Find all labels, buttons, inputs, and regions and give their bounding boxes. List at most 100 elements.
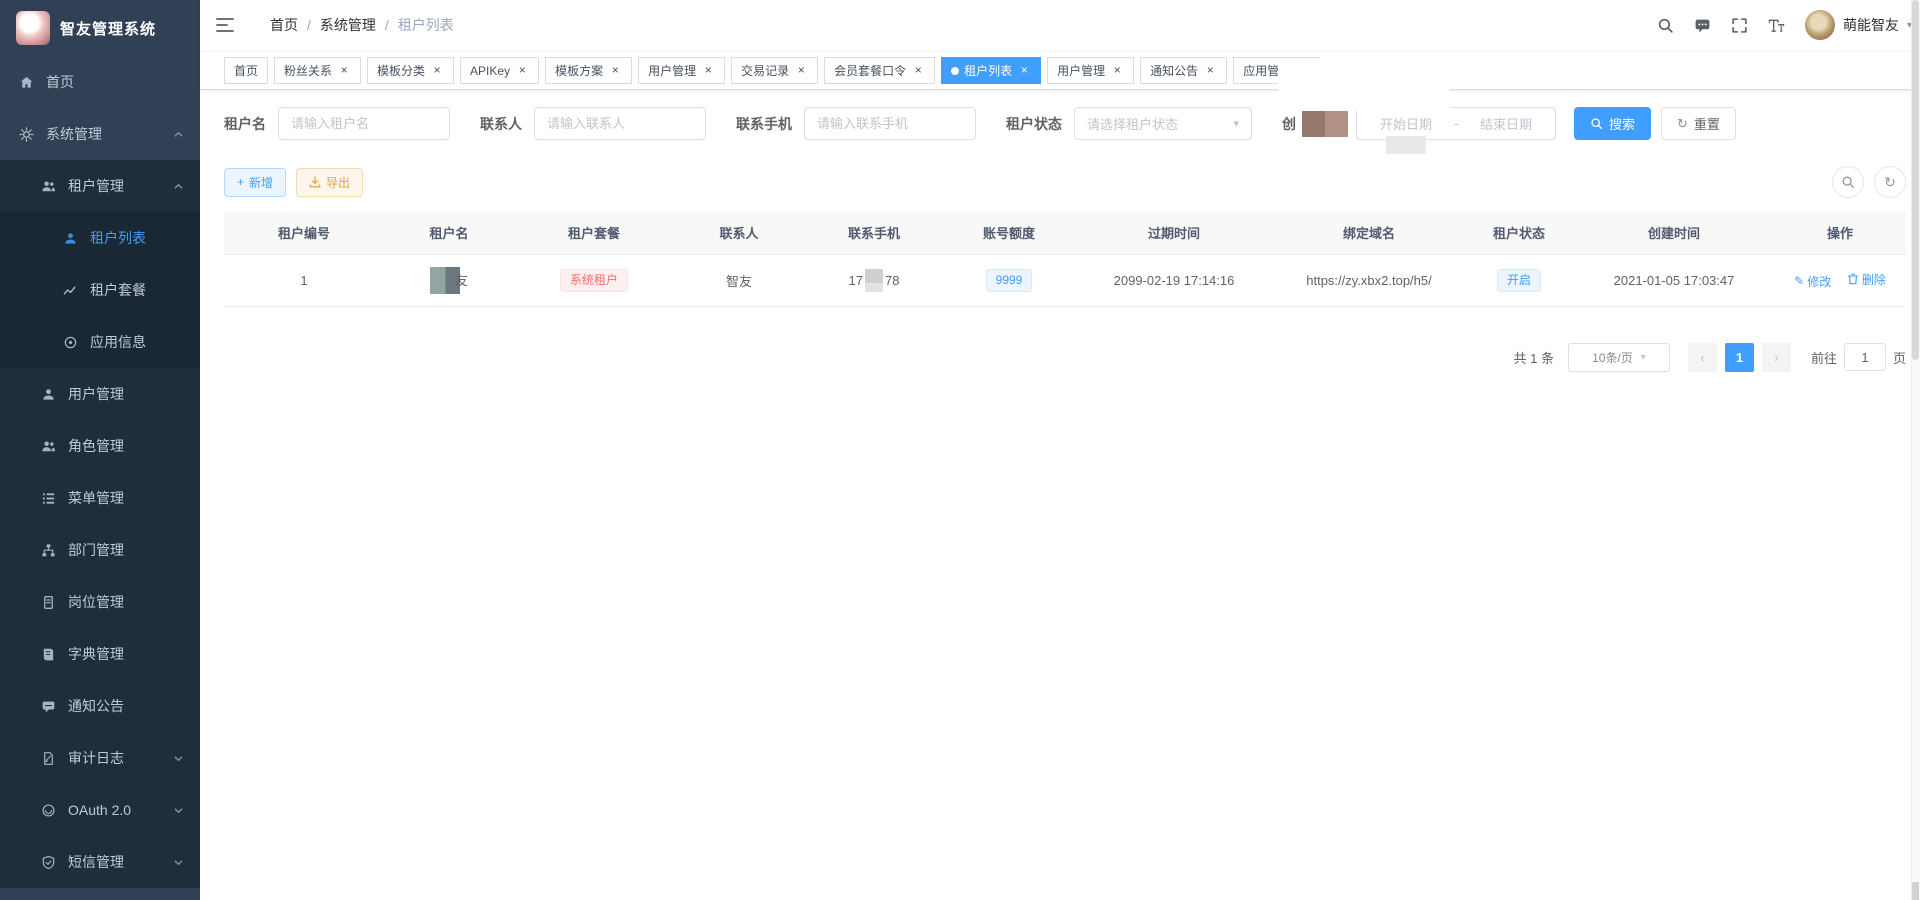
- sidebar-item[interactable]: 部门管理: [0, 524, 200, 576]
- tab[interactable]: 交易记录 ×: [731, 57, 818, 84]
- tenant-name-label: 租户名: [224, 114, 266, 134]
- badge-icon: [40, 594, 56, 610]
- tab[interactable]: 用户管理 ×: [1047, 57, 1134, 84]
- tab[interactable]: 用户管理 ×: [638, 57, 725, 84]
- status-label: 租户状态: [1006, 114, 1062, 134]
- tab[interactable]: 粉丝关系 ×: [274, 57, 361, 84]
- column-header: 租户编号: [224, 212, 384, 254]
- prev-page-button[interactable]: ‹: [1688, 343, 1717, 372]
- sidebar-item[interactable]: 岗位管理: [0, 576, 200, 628]
- column-header: 过期时间: [1074, 212, 1274, 254]
- sidebar-item[interactable]: 短信管理: [0, 836, 200, 888]
- next-page-button[interactable]: ›: [1762, 343, 1791, 372]
- message-icon[interactable]: [1694, 17, 1711, 34]
- person-icon: [62, 230, 78, 246]
- sidebar-item[interactable]: 菜单管理: [0, 472, 200, 524]
- close-icon[interactable]: ×: [337, 64, 351, 78]
- search-button[interactable]: 搜索: [1574, 107, 1651, 140]
- search-icon[interactable]: [1657, 17, 1674, 34]
- reset-button[interactable]: ↻ 重置: [1661, 107, 1736, 140]
- sidebar-item[interactable]: 应用信息: [0, 316, 200, 368]
- close-icon[interactable]: ×: [1203, 64, 1217, 78]
- tab[interactable]: 模板分类 ×: [367, 57, 454, 84]
- sidebar-item[interactable]: 租户套餐: [0, 264, 200, 316]
- cell-actions: ✎修改 删除: [1774, 254, 1906, 306]
- search-icon: [1841, 175, 1855, 189]
- delete-link[interactable]: 删除: [1847, 271, 1886, 288]
- font-size-icon[interactable]: [1768, 17, 1785, 34]
- toggle-search-button[interactable]: [1832, 166, 1864, 198]
- breadcrumb-item[interactable]: / 租户列表: [376, 15, 454, 35]
- censor-white-box: [1278, 58, 1450, 110]
- tab[interactable]: 通知公告 ×: [1140, 57, 1227, 84]
- contact-input[interactable]: [534, 107, 706, 140]
- sidebar-item[interactable]: 用户管理: [0, 368, 200, 420]
- sidebar-item[interactable]: 字典管理: [0, 628, 200, 680]
- table-row[interactable]: 1 友 系统租户 智友 1778 9999 2099-02-19 17:14:1…: [224, 254, 1906, 306]
- censor-mosaic: [1386, 136, 1426, 154]
- column-header: 联系手机: [804, 212, 944, 254]
- cell-tenant-name: 友: [384, 254, 514, 306]
- gear-icon: [18, 126, 34, 142]
- column-header: 租户状态: [1464, 212, 1574, 254]
- tab[interactable]: APIKey ×: [460, 57, 539, 84]
- close-icon[interactable]: ×: [794, 64, 808, 78]
- breadcrumb-item[interactable]: / 系统管理: [298, 15, 376, 35]
- sidebar-item[interactable]: 系统管理: [0, 108, 200, 160]
- sidebar-item[interactable]: 审计日志: [0, 732, 200, 784]
- cell-package: 系统租户: [514, 254, 674, 306]
- column-header: 租户名: [384, 212, 514, 254]
- caret-down-icon: ▾: [1233, 117, 1239, 130]
- fullscreen-icon[interactable]: [1731, 17, 1748, 34]
- tab[interactable]: 会员套餐口令 ×: [824, 57, 935, 84]
- close-icon[interactable]: ×: [608, 64, 622, 78]
- sidebar-item[interactable]: 首页: [0, 56, 200, 108]
- export-button[interactable]: 导出: [296, 168, 363, 197]
- sidebar-item[interactable]: 租户列表: [0, 212, 200, 264]
- tab[interactable]: 首页: [224, 57, 268, 84]
- status-select[interactable]: 请选择租户状态 ▾: [1074, 107, 1252, 140]
- goto-label: 前往: [1811, 348, 1837, 367]
- tree-icon: [40, 542, 56, 558]
- close-icon[interactable]: ×: [430, 64, 444, 78]
- sidebar-item[interactable]: 通知公告: [0, 680, 200, 732]
- download-icon: [309, 176, 321, 188]
- sidebar-item[interactable]: 租户管理: [0, 160, 200, 212]
- phone-input[interactable]: [804, 107, 976, 140]
- sidebar-item[interactable]: 角色管理: [0, 420, 200, 472]
- quota-tag: 9999: [986, 269, 1033, 292]
- contact-field-group: 联系人: [480, 107, 706, 140]
- book-icon: [40, 646, 56, 662]
- breadcrumb: 首页 / 系统管理 / 租户列表: [252, 15, 454, 35]
- scrollbar-thumb[interactable]: [1912, 0, 1919, 360]
- phone-field-group: 联系手机: [736, 107, 976, 140]
- chevron-icon: [173, 805, 184, 816]
- close-icon[interactable]: ×: [701, 64, 715, 78]
- edit-link[interactable]: ✎修改: [1794, 273, 1831, 290]
- page-size-select[interactable]: 10条/页 ▾: [1568, 343, 1670, 372]
- chevron-icon: [173, 857, 184, 868]
- tab[interactable]: 租户列表 ×: [941, 57, 1041, 84]
- collapse-menu-icon[interactable]: [216, 17, 234, 33]
- add-button[interactable]: + 新增: [224, 168, 286, 197]
- refresh-icon: ↻: [1884, 174, 1896, 191]
- tab[interactable]: 模板方案 ×: [545, 57, 632, 84]
- close-icon[interactable]: ×: [515, 64, 529, 78]
- page-scrollbar[interactable]: [1911, 0, 1920, 900]
- table-toolbar: + 新增 导出 ↻: [200, 140, 1920, 198]
- tenant-name-field-group: 租户名: [224, 107, 450, 140]
- sidebar-item[interactable]: OAuth 2.0: [0, 784, 200, 836]
- close-icon[interactable]: ×: [1110, 64, 1124, 78]
- goto-page-input[interactable]: [1844, 343, 1886, 371]
- tenant-name-input[interactable]: [278, 107, 450, 140]
- breadcrumb-item[interactable]: 首页: [252, 15, 298, 35]
- user-menu[interactable]: 萌能智友 ▾: [1805, 10, 1912, 40]
- refresh-table-button[interactable]: ↻: [1874, 166, 1906, 198]
- app-title: 智友管理系统: [60, 18, 156, 39]
- page-number-button[interactable]: 1: [1725, 343, 1754, 372]
- logo-avatar-image: [16, 11, 50, 45]
- close-icon[interactable]: ×: [911, 64, 925, 78]
- shield-icon: [40, 854, 56, 870]
- people-icon: [40, 438, 56, 454]
- close-icon[interactable]: ×: [1017, 64, 1031, 78]
